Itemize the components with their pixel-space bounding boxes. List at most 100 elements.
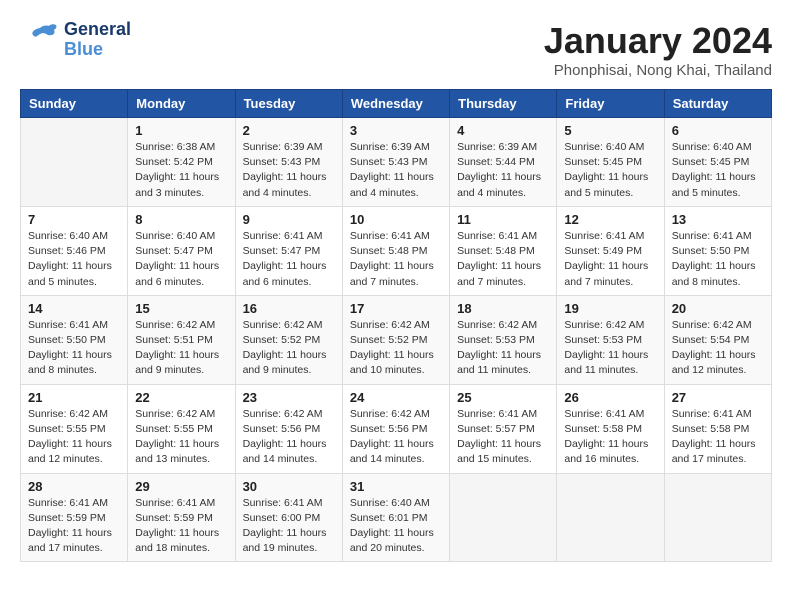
calendar-cell: 29 Sunrise: 6:41 AMSunset: 5:59 PMDayligh… (128, 473, 235, 562)
day-number: 7 (28, 212, 120, 227)
day-number: 23 (243, 390, 335, 405)
cell-content: Sunrise: 6:42 AMSunset: 5:52 PMDaylight:… (350, 318, 442, 379)
day-number: 19 (564, 301, 656, 316)
day-number: 6 (672, 123, 764, 138)
calendar-cell: 1Sunrise: 6:38 AMSunset: 5:42 PMDaylight… (128, 118, 235, 207)
calendar-cell: 26Sunrise: 6:41 AMSunset: 5:58 PMDayligh… (557, 384, 664, 473)
day-number: 4 (457, 123, 549, 138)
calendar-cell: 18 Sunrise: 6:42 AMSunset: 5:53 PMDayligh… (450, 295, 557, 384)
day-number: 22 (135, 390, 227, 405)
calendar-cell: 24Sunrise: 6:42 AMSunset: 5:56 PMDayligh… (342, 384, 449, 473)
calendar-cell: 8 Sunrise: 6:40 AMSunset: 5:47 PMDaylight… (128, 206, 235, 295)
calendar-cell: 9 Sunrise: 6:41 AMSunset: 5:47 PMDaylight… (235, 206, 342, 295)
day-number: 25 (457, 390, 549, 405)
day-number: 15 (135, 301, 227, 316)
cell-content: Sunrise: 6:42 AMSunset: 5:53 PMDaylight:… (564, 318, 656, 379)
calendar-cell: 23Sunrise: 6:42 AMSunset: 5:56 PMDayligh… (235, 384, 342, 473)
day-number: 14 (28, 301, 120, 316)
cell-content: Sunrise: 6:41 AMSunset: 5:50 PMDaylight:… (672, 229, 764, 290)
calendar-cell: 22 Sunrise: 6:42 AMSunset: 5:55 PMDayligh… (128, 384, 235, 473)
cell-content: Sunrise: 6:42 AMSunset: 5:51 PMDaylight:… (135, 318, 227, 379)
title-block: January 2024 Phonphisai, Nong Khai, Thai… (544, 20, 772, 79)
day-number: 9 (243, 212, 335, 227)
cell-content: Sunrise: 6:41 AMSunset: 6:00 PMDaylight:… (243, 496, 335, 557)
calendar-cell: 16 Sunrise: 6:42 AMSunset: 5:52 PMDayligh… (235, 295, 342, 384)
cell-content: Sunrise: 6:40 AMSunset: 5:45 PMDaylight:… (672, 140, 764, 201)
calendar-cell (664, 473, 771, 562)
calendar-table: SundayMondayTuesdayWednesdayThursdayFrid… (20, 89, 772, 562)
day-number: 28 (28, 479, 120, 494)
day-number: 2 (243, 123, 335, 138)
cell-content: Sunrise: 6:42 AMSunset: 5:52 PMDaylight:… (243, 318, 335, 379)
day-number: 5 (564, 123, 656, 138)
week-row-0: 1Sunrise: 6:38 AMSunset: 5:42 PMDaylight… (21, 118, 772, 207)
week-row-1: 7Sunrise: 6:40 AMSunset: 5:46 PMDaylight… (21, 206, 772, 295)
cell-content: Sunrise: 6:42 AMSunset: 5:53 PMDaylight:… (457, 318, 549, 379)
cell-content: Sunrise: 6:42 AMSunset: 5:55 PMDaylight:… (135, 407, 227, 468)
day-number: 11 (457, 212, 549, 227)
cell-content: Sunrise: 6:41 AMSunset: 5:48 PMDaylight:… (350, 229, 442, 290)
day-number: 31 (350, 479, 442, 494)
calendar-cell: 14 Sunrise: 6:41 AMSunset: 5:50 PMDayligh… (21, 295, 128, 384)
cell-content: Sunrise: 6:41 AMSunset: 5:48 PMDaylight:… (457, 229, 549, 290)
day-number: 29 (135, 479, 227, 494)
day-number: 8 (135, 212, 227, 227)
day-number: 3 (350, 123, 442, 138)
calendar-cell: 12Sunrise: 6:41 AMSunset: 5:49 PMDayligh… (557, 206, 664, 295)
cell-content: Sunrise: 6:41 AMSunset: 5:50 PMDaylight:… (28, 318, 120, 379)
logo: General Blue (20, 20, 131, 60)
calendar-cell: 4Sunrise: 6:39 AMSunset: 5:44 PMDaylight… (450, 118, 557, 207)
day-number: 21 (28, 390, 120, 405)
calendar-cell (21, 118, 128, 207)
day-number: 27 (672, 390, 764, 405)
calendar-cell: 10 Sunrise: 6:41 AMSunset: 5:48 PMDayligh… (342, 206, 449, 295)
calendar-cell: 17 Sunrise: 6:42 AMSunset: 5:52 PMDayligh… (342, 295, 449, 384)
cell-content: Sunrise: 6:41 AMSunset: 5:59 PMDaylight:… (28, 496, 120, 557)
logo-general-text: General (64, 20, 131, 40)
calendar-cell: 30 Sunrise: 6:41 AMSunset: 6:00 PMDayligh… (235, 473, 342, 562)
weekday-header-row: SundayMondayTuesdayWednesdayThursdayFrid… (21, 90, 772, 118)
weekday-header-sunday: Sunday (21, 90, 128, 118)
cell-content: Sunrise: 6:41 AMSunset: 5:58 PMDaylight:… (564, 407, 656, 468)
weekday-header-thursday: Thursday (450, 90, 557, 118)
day-number: 18 (457, 301, 549, 316)
calendar-cell: 19 Sunrise: 6:42 AMSunset: 5:53 PMDayligh… (557, 295, 664, 384)
cell-content: Sunrise: 6:41 AMSunset: 5:49 PMDaylight:… (564, 229, 656, 290)
cell-content: Sunrise: 6:41 AMSunset: 5:59 PMDaylight:… (135, 496, 227, 557)
day-number: 10 (350, 212, 442, 227)
weekday-header-tuesday: Tuesday (235, 90, 342, 118)
cell-content: Sunrise: 6:40 AMSunset: 5:47 PMDaylight:… (135, 229, 227, 290)
calendar-cell: 5Sunrise: 6:40 AMSunset: 5:45 PMDaylight… (557, 118, 664, 207)
day-number: 1 (135, 123, 227, 138)
calendar-cell: 3 Sunrise: 6:39 AMSunset: 5:43 PMDaylight… (342, 118, 449, 207)
calendar-cell (450, 473, 557, 562)
day-number: 30 (243, 479, 335, 494)
calendar-cell: 7Sunrise: 6:40 AMSunset: 5:46 PMDaylight… (21, 206, 128, 295)
calendar-cell (557, 473, 664, 562)
cell-content: Sunrise: 6:41 AMSunset: 5:57 PMDaylight:… (457, 407, 549, 468)
weekday-header-wednesday: Wednesday (342, 90, 449, 118)
cell-content: Sunrise: 6:39 AMSunset: 5:43 PMDaylight:… (350, 140, 442, 201)
calendar-cell: 11 Sunrise: 6:41 AMSunset: 5:48 PMDayligh… (450, 206, 557, 295)
calendar-cell: 2 Sunrise: 6:39 AMSunset: 5:43 PMDaylight… (235, 118, 342, 207)
day-number: 16 (243, 301, 335, 316)
calendar-cell: 20 Sunrise: 6:42 AMSunset: 5:54 PMDayligh… (664, 295, 771, 384)
day-number: 17 (350, 301, 442, 316)
cell-content: Sunrise: 6:42 AMSunset: 5:54 PMDaylight:… (672, 318, 764, 379)
calendar-cell: 27 Sunrise: 6:41 AMSunset: 5:58 PMDayligh… (664, 384, 771, 473)
calendar-cell: 15 Sunrise: 6:42 AMSunset: 5:51 PMDayligh… (128, 295, 235, 384)
cell-content: Sunrise: 6:40 AMSunset: 6:01 PMDaylight:… (350, 496, 442, 557)
weekday-header-friday: Friday (557, 90, 664, 118)
month-title: January 2024 (544, 20, 772, 62)
cell-content: Sunrise: 6:41 AMSunset: 5:47 PMDaylight:… (243, 229, 335, 290)
calendar-cell: 25 Sunrise: 6:41 AMSunset: 5:57 PMDayligh… (450, 384, 557, 473)
location-text: Phonphisai, Nong Khai, Thailand (544, 62, 772, 79)
day-number: 13 (672, 212, 764, 227)
calendar-cell: 28 Sunrise: 6:41 AMSunset: 5:59 PMDayligh… (21, 473, 128, 562)
logo-icon (20, 20, 60, 60)
day-number: 20 (672, 301, 764, 316)
cell-content: Sunrise: 6:42 AMSunset: 5:55 PMDaylight:… (28, 407, 120, 468)
logo-text: General Blue (64, 20, 131, 60)
cell-content: Sunrise: 6:41 AMSunset: 5:58 PMDaylight:… (672, 407, 764, 468)
cell-content: Sunrise: 6:39 AMSunset: 5:43 PMDaylight:… (243, 140, 335, 201)
